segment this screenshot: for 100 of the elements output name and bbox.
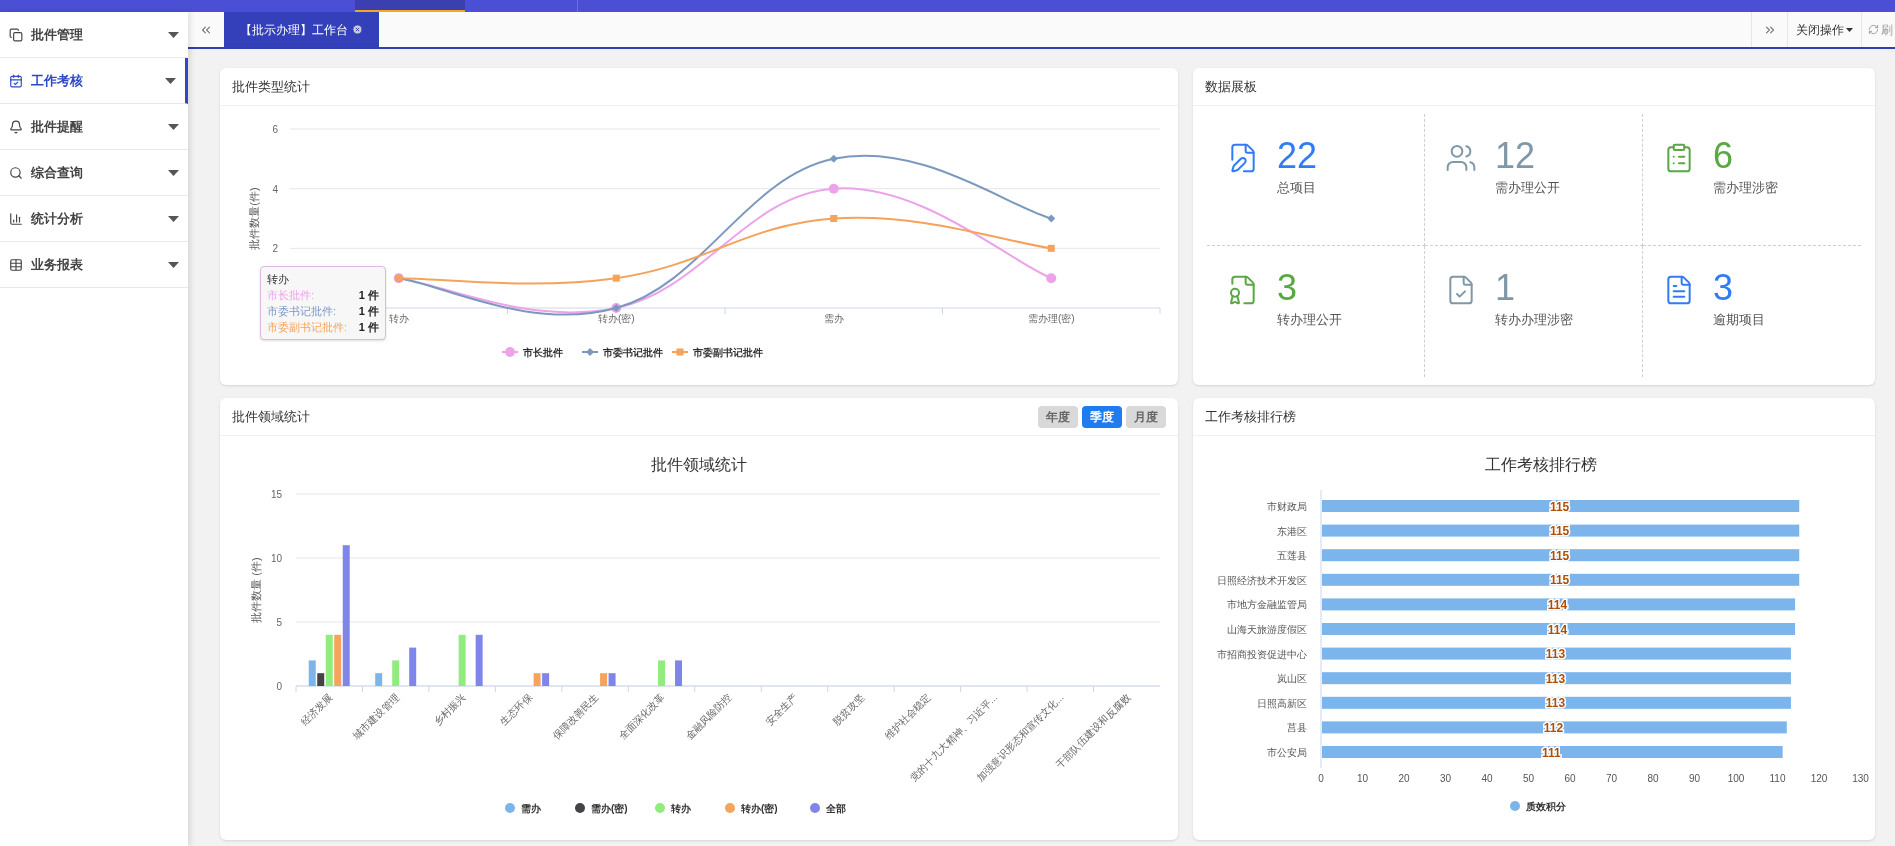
bell-icon xyxy=(9,119,23,134)
stat-label: 转办办理涉密 xyxy=(1495,310,1573,329)
axis-label: 经济发展 xyxy=(298,691,335,728)
people-icon xyxy=(1445,142,1477,174)
tooltip-value: 1 件 xyxy=(358,304,379,319)
legend-label: 需办(密) xyxy=(591,803,628,814)
card-title: 工作考核排行榜 xyxy=(1205,407,1296,426)
stat-label: 逾期项目 xyxy=(1713,310,1765,329)
legend-label: 全部 xyxy=(825,803,846,814)
axis-label: 80 xyxy=(1647,773,1659,784)
sidebar-item[interactable]: 业务报表 xyxy=(0,242,188,288)
sidebar-item[interactable]: 统计分析 xyxy=(0,196,188,242)
axis-label: 维护社会稳定 xyxy=(882,691,933,742)
axis-label: 需办理(密) xyxy=(1027,313,1075,324)
legend-label: 转办(密) xyxy=(740,803,778,814)
sidebar-item[interactable]: 批件提醒 xyxy=(0,104,188,150)
card-title: 批件领域统计 xyxy=(232,407,310,426)
close-icon[interactable] xyxy=(352,24,363,35)
axis-label: 15 xyxy=(270,489,282,500)
axis-label: 0 xyxy=(276,681,282,692)
axis-label: 10 xyxy=(270,553,282,564)
legend-label: 市委书记批件 xyxy=(602,347,663,358)
search-icon xyxy=(9,165,23,180)
axis-label: 5 xyxy=(276,617,282,628)
axis-label: 市财政局 xyxy=(1267,501,1307,512)
period-button[interactable]: 年度 xyxy=(1038,405,1078,428)
legend-item[interactable]: 市委书记批件 xyxy=(581,347,663,358)
calendar-check-icon xyxy=(9,73,23,88)
stat-label: 转办理公开 xyxy=(1277,310,1342,329)
chart-title: 工作考核排行榜 xyxy=(1485,456,1597,473)
stat-label: 需办理涉密 xyxy=(1713,179,1778,197)
legend-label: 需办 xyxy=(521,803,542,814)
axis-label: 市地方金融监管局 xyxy=(1227,599,1307,611)
legend-item[interactable]: 转办 xyxy=(655,803,691,814)
axis-label: 100 xyxy=(1727,773,1745,784)
caret-icon xyxy=(168,169,179,176)
axis-label: 城市建设管理 xyxy=(350,691,402,742)
close-menu-button[interactable]: 关闭操作 xyxy=(1787,12,1861,47)
legend-item[interactable]: 全部 xyxy=(810,803,846,814)
axis-label: 脱贫攻坚 xyxy=(830,691,867,728)
axis-label: 10 xyxy=(1356,773,1369,784)
bar xyxy=(675,660,683,686)
legend-item[interactable]: 市长批件 xyxy=(501,347,563,358)
chart-title: 批件领域统计 xyxy=(651,456,747,473)
point xyxy=(1046,273,1057,284)
legend-item[interactable]: 质效积分 xyxy=(1510,801,1566,812)
period-button[interactable]: 月度 xyxy=(1126,405,1166,428)
axis-label: 0 xyxy=(1318,773,1324,784)
bar xyxy=(409,647,417,686)
axis-label: 需办 xyxy=(823,313,844,324)
page-tab[interactable]: 【批示办理】工作台 xyxy=(224,12,379,47)
axis-label: 6 xyxy=(272,124,278,135)
axis-label: 市公安局 xyxy=(1267,747,1307,758)
legend-item[interactable]: 需办 xyxy=(505,803,541,814)
caret-icon xyxy=(1846,27,1853,32)
point xyxy=(830,215,838,222)
stat-value: 1 xyxy=(1495,265,1517,310)
documents-icon xyxy=(9,27,23,42)
axis-label: 50 xyxy=(1522,773,1535,784)
caret-icon xyxy=(165,77,176,84)
point xyxy=(612,274,620,282)
legend-label: 市长批件 xyxy=(522,347,563,358)
axis-label: 2 xyxy=(272,243,278,255)
point xyxy=(1047,214,1056,223)
axis-label: 市招商投资促进中心 xyxy=(1217,648,1307,660)
axis-label: 110 xyxy=(1769,773,1786,784)
axis-title: 批件数量(件) xyxy=(248,187,260,250)
stat-value: 22 xyxy=(1277,134,1318,178)
legend-label: 质效积分 xyxy=(1525,801,1567,812)
top-nav-tab[interactable] xyxy=(355,0,465,12)
legend-item[interactable]: 转办(密) xyxy=(725,803,778,814)
bar xyxy=(375,673,383,686)
data-label: 115 xyxy=(1549,573,1570,588)
stat-value: 12 xyxy=(1495,134,1537,178)
tooltip-label: 市委副书记批件: xyxy=(267,320,348,335)
tooltip-label: 市委书记批件: xyxy=(267,304,337,319)
sidebar-item[interactable]: 工作考核 xyxy=(0,58,188,104)
legend-item[interactable]: 需办(密) xyxy=(575,803,628,814)
bar xyxy=(658,660,666,686)
stat-value: 3 xyxy=(1713,265,1735,310)
data-label: 115 xyxy=(1549,524,1570,539)
axis-label: 乡村振兴 xyxy=(431,691,468,728)
axis-label: 130 xyxy=(1852,773,1869,784)
stat-label: 总项目 xyxy=(1277,179,1317,197)
data-label: 113 xyxy=(1545,647,1566,662)
caret-icon xyxy=(168,261,179,268)
data-label: 115 xyxy=(1549,548,1570,563)
axis-label: 转办(密) xyxy=(597,313,635,324)
axis-label: 70 xyxy=(1605,773,1618,784)
data-label: 113 xyxy=(1545,696,1566,711)
point xyxy=(829,154,838,163)
legend-item[interactable]: 市委副书记批件 xyxy=(671,347,763,358)
axis-label: 日照经济技术开发区 xyxy=(1217,574,1307,586)
axis-label: 30 xyxy=(1439,773,1452,784)
sidebar-item[interactable]: 综合查询 xyxy=(0,150,188,196)
period-button[interactable]: 季度 xyxy=(1082,405,1122,428)
point xyxy=(1047,244,1055,252)
axis-title: 批件数量 (件) xyxy=(250,557,262,623)
axis-label: 120 xyxy=(1810,773,1828,784)
axis-label: 全面深化改革 xyxy=(616,691,667,742)
